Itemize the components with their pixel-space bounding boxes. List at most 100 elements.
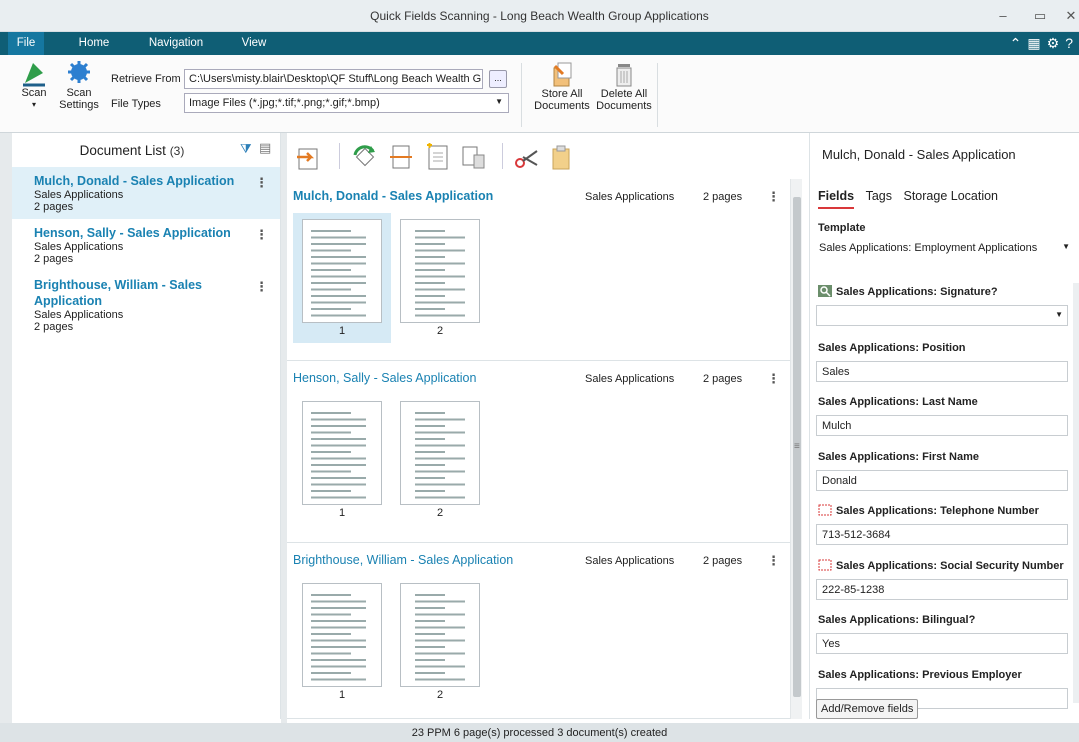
document-section[interactable]: Brighthouse, William - Sales Application…	[287, 543, 790, 719]
chevron-down-icon: ▼	[1055, 310, 1063, 319]
document-title[interactable]: Henson, Sally - Sales Application	[293, 371, 476, 385]
chevron-down-icon: ▼	[495, 97, 503, 106]
paste-icon[interactable]	[547, 143, 575, 171]
add-remove-fields-button[interactable]: Add/Remove fields	[816, 699, 919, 719]
template-select[interactable]: Sales Applications: Employment Applicati…	[816, 239, 1070, 259]
list-item-pages: 2 pages	[34, 201, 74, 213]
page-preview-image	[400, 583, 480, 687]
page-thumbnail[interactable]: 1	[293, 213, 391, 343]
retrieve-from-input[interactable]: C:\Users\misty.blair\Desktop\QF Stuff\Lo…	[184, 69, 483, 89]
field-input[interactable]: Sales	[816, 361, 1068, 382]
more-options-icon[interactable]: ⋮	[255, 175, 268, 191]
page-number: 1	[338, 689, 346, 701]
split-page-icon[interactable]	[387, 143, 415, 171]
browse-button[interactable]: ...	[489, 70, 507, 88]
page-number: 1	[338, 325, 346, 337]
filter-icon[interactable]: ⧩	[240, 141, 252, 157]
document-view-panel: Mulch, Donald - Sales Application Sales A…	[287, 133, 807, 719]
scan-settings-button[interactable]: Scan Settings	[57, 59, 101, 111]
new-document-icon[interactable]	[423, 143, 451, 171]
delete-all-label-2: Documents	[596, 100, 652, 112]
zone-region-icon	[818, 559, 832, 571]
field-input[interactable]: Donald	[816, 470, 1068, 491]
layout-icon[interactable]: ▦	[1027, 35, 1040, 51]
document-title[interactable]: Brighthouse, William - Sales Application	[293, 553, 513, 567]
file-types-select[interactable]: Image Files (*.jpg;*.tif;*.png;*.gif;*.b…	[184, 93, 509, 113]
tab-fields[interactable]: Fields	[818, 189, 855, 209]
help-icon[interactable]: ?	[1065, 35, 1073, 51]
field-input[interactable]: 713-512-3684	[816, 524, 1068, 545]
list-item[interactable]: Brighthouse, William - Sales Application…	[12, 271, 280, 339]
signature-select[interactable]: ▼	[816, 305, 1068, 326]
field-label: Sales Applications: Position	[818, 342, 966, 354]
list-item[interactable]: Mulch, Donald - Sales Application Sales …	[12, 167, 280, 219]
ribbon-separator	[521, 63, 522, 127]
store-all-button[interactable]: Store All Documents	[532, 60, 592, 112]
page-thumbnail[interactable]: 1	[293, 395, 391, 525]
document-list-panel: Document List (3) ⧩ ▤ Mulch, Donald - Sa…	[12, 133, 281, 719]
retrieve-from-label: Retrieve From	[111, 73, 181, 85]
tab-file[interactable]: File	[8, 32, 44, 55]
tab-navigation[interactable]: Navigation	[140, 32, 212, 55]
dropdown-arrow-icon: ▾	[31, 100, 36, 109]
scan-label: Scan	[21, 87, 47, 99]
cut-icon[interactable]	[513, 143, 541, 171]
field-input[interactable]: Yes	[816, 633, 1068, 654]
list-item-pages: 2 pages	[34, 321, 74, 333]
document-title[interactable]: Mulch, Donald - Sales Application	[293, 189, 493, 203]
field-label: Sales Applications: Signature?	[836, 286, 998, 298]
delete-page-icon[interactable]	[459, 143, 487, 171]
field-label: Sales Applications: Last Name	[818, 396, 978, 408]
scan-settings-label-1: Scan	[66, 87, 92, 99]
minimize-button[interactable]: –	[993, 8, 1013, 23]
settings-gear-icon[interactable]: ⚙	[1047, 35, 1060, 51]
tab-view[interactable]: View	[232, 32, 276, 55]
page-thumbnail[interactable]: 2	[391, 395, 489, 525]
more-options-icon[interactable]: ⋮	[767, 371, 780, 387]
rotate-icon[interactable]	[351, 143, 379, 171]
toolbar-separator	[339, 143, 340, 169]
document-page-count: 2 pages	[703, 555, 743, 567]
chevron-down-icon: ▼	[1062, 242, 1070, 251]
list-item-category: Sales Applications	[34, 309, 124, 321]
metadata-title: Mulch, Donald - Sales Application	[822, 147, 1016, 162]
tab-storage-location[interactable]: Storage Location	[904, 189, 999, 207]
more-options-icon[interactable]: ⋮	[767, 553, 780, 569]
tab-tags[interactable]: Tags	[866, 189, 892, 207]
store-all-label-1: Store All	[541, 88, 583, 100]
template-label: Template	[818, 222, 866, 234]
page-number: 2	[436, 689, 444, 701]
field-input[interactable]: 222-85-1238	[816, 579, 1068, 600]
splitter-grip-icon[interactable]: ≡	[794, 441, 800, 452]
list-item-category: Sales Applications	[34, 189, 124, 201]
document-count: (3)	[169, 144, 185, 158]
page-preview-image	[302, 583, 382, 687]
maximize-button[interactable]: ▭	[1030, 8, 1050, 24]
tab-home[interactable]: Home	[68, 32, 120, 55]
delete-all-button[interactable]: Delete All Documents	[594, 60, 654, 112]
store-all-label-2: Documents	[534, 100, 590, 112]
delete-all-label-1: Delete All	[600, 88, 648, 100]
close-button[interactable]: ✕	[1061, 8, 1079, 24]
ribbon-separator	[657, 63, 658, 127]
move-page-icon[interactable]	[295, 143, 323, 171]
collapse-ribbon-icon[interactable]: ⌃	[1010, 35, 1022, 51]
list-item-category: Sales Applications	[34, 241, 124, 253]
more-options-icon[interactable]: ⋮	[255, 279, 268, 295]
document-section[interactable]: Henson, Sally - Sales Application Sales A…	[287, 361, 790, 543]
field-input[interactable]: Mulch	[816, 415, 1068, 436]
list-item-name: Brighthouse, William - Sales Application	[34, 278, 202, 308]
more-options-icon[interactable]: ⋮	[255, 227, 268, 243]
scan-button[interactable]: Scan ▾	[14, 59, 54, 111]
page-thumbnail[interactable]: 2	[391, 213, 489, 343]
list-item[interactable]: Henson, Sally - Sales Application Sales …	[12, 219, 280, 271]
page-thumbnail[interactable]: 2	[391, 577, 489, 707]
page-thumbnail[interactable]: 1	[293, 577, 391, 707]
title-bar: Quick Fields Scanning - Long Beach Wealt…	[0, 0, 1079, 32]
view-toggle-icon[interactable]: ▤	[259, 140, 271, 156]
more-options-icon[interactable]: ⋮	[767, 189, 780, 205]
document-section[interactable]: Mulch, Donald - Sales Application Sales A…	[287, 179, 790, 361]
field-label: Sales Applications: Previous Employer	[818, 669, 1022, 681]
window-title: Quick Fields Scanning - Long Beach Wealt…	[370, 9, 709, 23]
fields-scrollbar[interactable]	[1073, 283, 1079, 703]
